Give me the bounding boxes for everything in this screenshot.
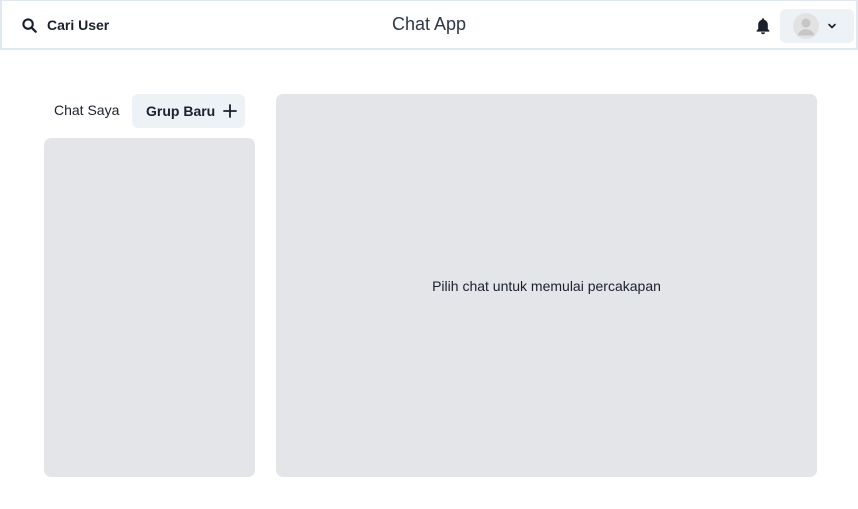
tab-my-chats[interactable]: Chat Saya — [44, 94, 129, 126]
chat-list-panel[interactable] — [44, 138, 255, 477]
user-menu-button[interactable] — [780, 9, 854, 43]
top-bar: Cari User Chat App — [0, 0, 858, 50]
chat-conversation-panel: Pilih chat untuk memulai percakapan — [276, 94, 817, 477]
user-avatar-icon — [793, 13, 819, 39]
chevron-down-icon — [828, 23, 836, 29]
plus-icon — [223, 104, 238, 118]
bell-icon[interactable] — [753, 16, 773, 36]
new-group-label: Grup Baru — [146, 103, 216, 119]
app-title: Chat App — [391, 14, 467, 34]
new-group-button[interactable]: Grup Baru — [132, 94, 245, 128]
chat-placeholder-text: Pilih chat untuk memulai percakapan — [432, 277, 661, 294]
